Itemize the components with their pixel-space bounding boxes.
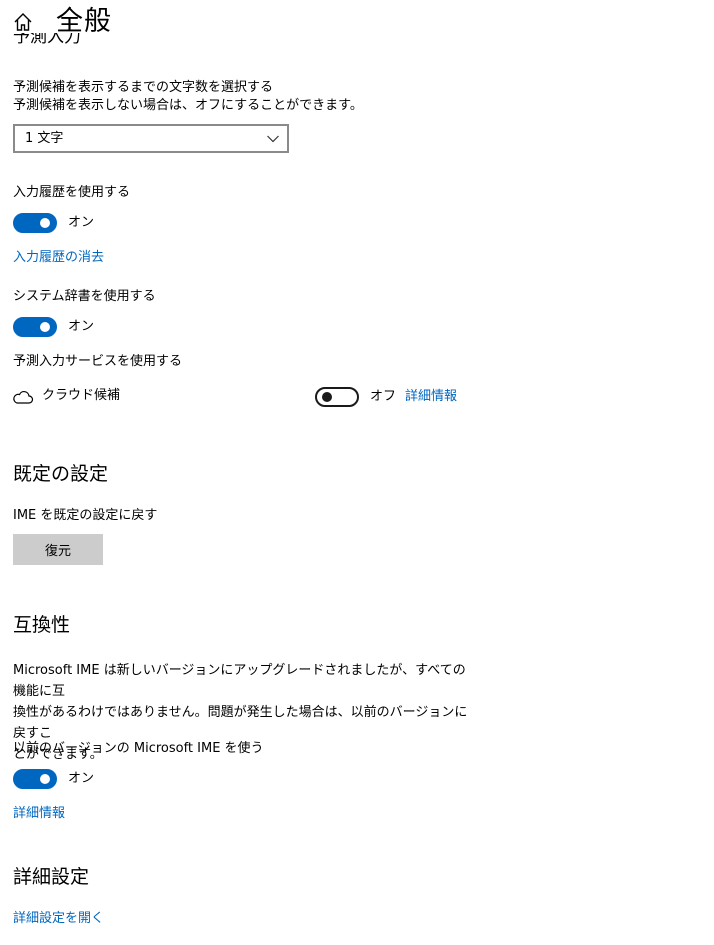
system-dict-toggle[interactable] [13, 317, 57, 337]
system-dict-label: システム辞書を使用する [13, 289, 156, 304]
compat-heading: 互換性 [13, 614, 71, 636]
compat-detail-link[interactable]: 詳細情報 [13, 805, 65, 823]
clear-history-link[interactable]: 入力履歴の消去 [13, 249, 104, 267]
history-toggle-state: オン [68, 215, 95, 230]
toggle-knob [322, 392, 332, 402]
home-icon[interactable] [12, 11, 34, 33]
cloud-candidate-toggle[interactable] [315, 387, 359, 407]
reset-ime-label: IME を既定の設定に戻す [13, 508, 158, 523]
advanced-heading: 詳細設定 [13, 866, 90, 888]
previous-ime-toggle-state: オン [68, 771, 95, 786]
compat-description-line-1: Microsoft IME は新しいバージョンにアップグレードされましたが、すべ… [13, 663, 466, 699]
toggle-knob [40, 774, 50, 784]
restore-button[interactable]: 復元 [13, 534, 103, 565]
open-advanced-link[interactable]: 詳細設定を開く [13, 910, 104, 928]
system-dict-toggle-state: オン [68, 319, 95, 334]
compat-description-line-2: 換性があるわけではありません。問題が発生した場合は、以前のバージョンに戻すこ [13, 705, 468, 741]
cloud-candidate-label: クラウド候補 [42, 388, 121, 403]
toggle-knob [40, 322, 50, 332]
predict-heading-clip: 予測入力 [0, 33, 714, 55]
toggle-knob [40, 218, 50, 228]
history-label: 入力履歴を使用する [13, 185, 131, 200]
previous-ime-toggle[interactable] [13, 769, 57, 789]
cloud-icon [13, 391, 34, 404]
candidate-count-select[interactable]: 1 文字 [13, 124, 289, 153]
select-description-1: 予測候補を表示するまでの文字数を選択する [13, 80, 274, 95]
select-description-2: 予測候補を表示しない場合は、オフにすることができます。 [13, 98, 363, 113]
cloud-candidate-toggle-state: オフ [370, 389, 397, 404]
default-settings-heading: 既定の設定 [13, 463, 109, 485]
history-toggle[interactable] [13, 213, 57, 233]
predict-heading: 予測入力 [13, 33, 81, 47]
use-previous-ime-label: 以前のバージョンの Microsoft IME を使う [13, 741, 264, 756]
predict-service-label: 予測入力サービスを使用する [13, 354, 183, 369]
candidate-count-value: 1 文字 [25, 131, 64, 146]
cloud-detail-link[interactable]: 詳細情報 [405, 388, 457, 406]
chevron-down-icon [267, 135, 279, 143]
